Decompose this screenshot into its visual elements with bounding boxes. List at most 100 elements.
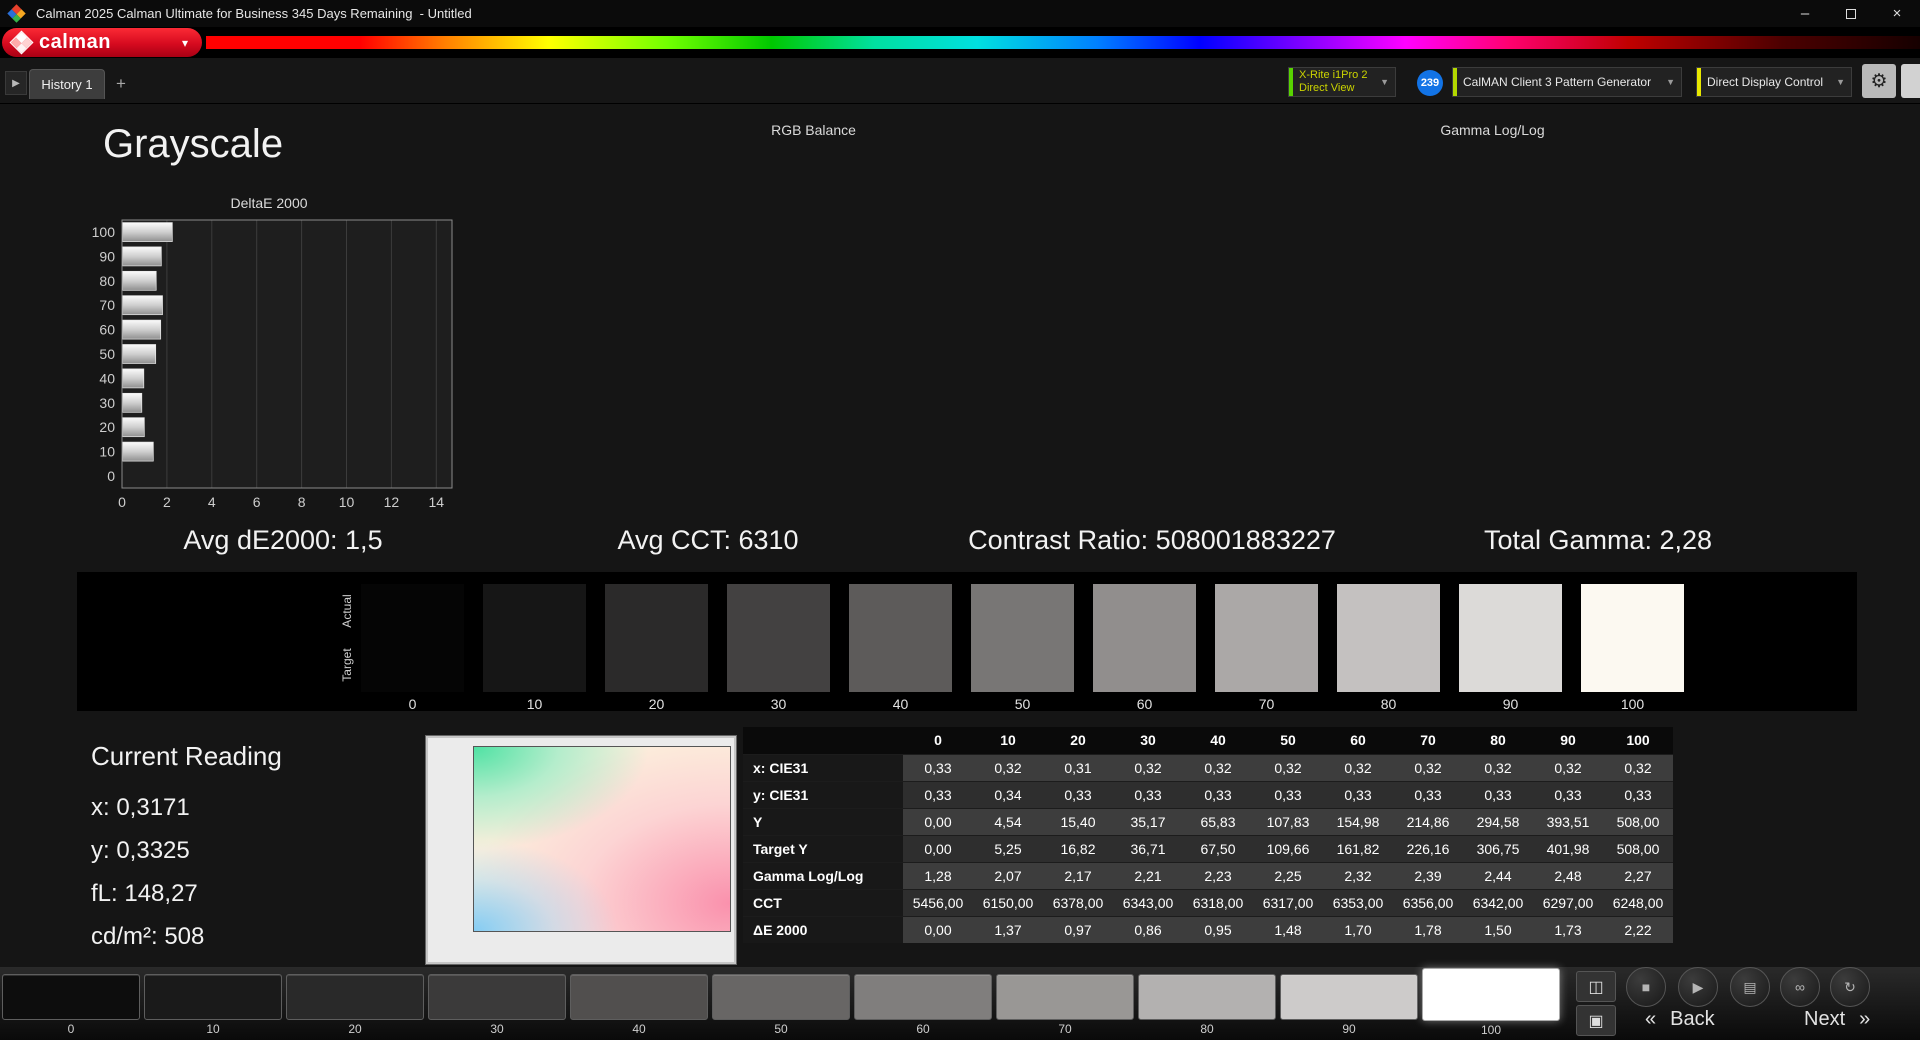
table-cell: 6317,00 (1253, 888, 1323, 916)
page-title: Grayscale (103, 122, 284, 166)
current-reading-panel: Current Reading x: 0,3171 y: 0,3325 fL: 14… (91, 741, 282, 958)
table-cell: 0,32 (1603, 753, 1673, 781)
spectrum-strip (206, 36, 1920, 49)
pattern-swatch[interactable] (144, 974, 282, 1020)
reading-value: cd/m²: 508 (91, 923, 205, 950)
svg-text:4: 4 (208, 494, 216, 510)
stop-button[interactable]: ■ (1626, 967, 1666, 1007)
pattern-swatch[interactable] (286, 974, 424, 1020)
table-cell: 6343,00 (1113, 888, 1183, 916)
table-cell: 0,00 (903, 834, 973, 862)
pattern-level-button[interactable]: 40 (570, 967, 708, 1036)
table-header-cell: 20 (1043, 727, 1113, 754)
pattern-swatch[interactable] (712, 974, 850, 1020)
pattern-level-button[interactable]: 60 (854, 967, 992, 1036)
pattern-level-button[interactable]: 0 (2, 967, 140, 1036)
grayscale-swatch (1093, 584, 1196, 692)
save-button[interactable]: ▤ (1730, 967, 1770, 1007)
read-count-badge[interactable]: 239 (1417, 70, 1443, 96)
pattern-swatch[interactable] (1138, 974, 1276, 1020)
table-cell: 0,95 (1183, 915, 1253, 943)
table-cell: 306,75 (1463, 834, 1533, 862)
grayscale-step: 30 (727, 584, 830, 712)
table-cell: 1,50 (1463, 915, 1533, 943)
grayscale-ramp-strip: Actual Target 0 10 20 30 40 50 60 70 80 90 100 (77, 572, 1857, 712)
back-button[interactable]: « Back (1645, 1008, 1715, 1031)
pattern-level-button[interactable]: 70 (996, 967, 1134, 1036)
table-cell: 6353,00 (1323, 888, 1393, 916)
grayscale-swatch-label: 80 (1380, 696, 1397, 712)
table-cell: 0,32 (973, 753, 1043, 781)
layout-expand-button[interactable]: ◫ (1576, 971, 1616, 1002)
pattern-level-button[interactable]: 20 (286, 967, 424, 1036)
tab-history-1[interactable]: History 1 (29, 69, 105, 99)
deltae-chart: DeltaE 2000 0 2 4 6 8 10 12 14 100 90 80 70 60 50 40 30… (74, 192, 464, 522)
grayscale-step: 50 (971, 584, 1074, 712)
add-tab-button[interactable]: + (110, 73, 132, 95)
svg-text:30: 30 (99, 395, 115, 411)
table-cell: 0,34 (973, 780, 1043, 808)
pattern-swatch[interactable] (570, 974, 708, 1020)
table-row-label: Y (743, 807, 903, 835)
pattern-generator-dropdown[interactable]: CalMAN Client 3 Pattern Generator ▼ (1452, 67, 1682, 97)
table-cell: 294,58 (1463, 807, 1533, 835)
restore-button[interactable] (1828, 0, 1874, 27)
pattern-level-button[interactable]: 50 (712, 967, 850, 1036)
table-cell: 0,33 (1183, 780, 1253, 808)
pattern-swatch-label: 60 (916, 1022, 930, 1036)
table-cell: 109,66 (1253, 834, 1323, 862)
table-cell: 508,00 (1603, 807, 1673, 835)
svg-text:90: 90 (99, 248, 115, 264)
pattern-swatch-label: 80 (1200, 1022, 1214, 1036)
pattern-swatch[interactable] (996, 974, 1134, 1020)
pattern-swatch[interactable] (2, 974, 140, 1020)
grayscale-swatch-label: 40 (892, 696, 909, 712)
table-cell: 15,40 (1043, 807, 1113, 835)
table-cell: 1,73 (1533, 915, 1603, 943)
calman-menu-button[interactable]: calman ▾ (2, 28, 202, 57)
toolbar-edge-button[interactable] (1901, 64, 1920, 98)
table-row: y: CIE31 0,33 0,34 0,33 0,33 0,33 0,33 0,33 0,33… (743, 780, 1673, 808)
table-cell: 1,70 (1323, 915, 1393, 943)
app-window: Calman 2025 Calman Ultimate for Business… (0, 0, 1920, 1040)
refresh-button[interactable]: ↻ (1830, 967, 1870, 1007)
table-cell: 0,33 (903, 780, 973, 808)
app-icon (7, 4, 26, 23)
tab-scroll-button[interactable]: ▶ (5, 71, 27, 95)
pattern-level-button[interactable]: 30 (428, 967, 566, 1036)
grayscale-step: 90 (1459, 584, 1562, 712)
minimize-button[interactable]: – (1782, 0, 1828, 27)
close-button[interactable]: × (1874, 0, 1920, 27)
meter-mode: Direct View (1299, 82, 1355, 94)
grayscale-swatch (1581, 584, 1684, 692)
calman-wordmark: calman (39, 31, 111, 53)
table-cell: 6356,00 (1393, 888, 1463, 916)
table-cell: 2,25 (1253, 861, 1323, 889)
pattern-level-button[interactable]: 100 (1422, 967, 1560, 1037)
display-control-dropdown[interactable]: Direct Display Control ▼ (1696, 67, 1852, 97)
current-reading-title: Current Reading (91, 741, 282, 771)
pattern-level-button[interactable]: 90 (1280, 967, 1418, 1036)
meter-dropdown[interactable]: X-Rite i1Pro 2 Direct View ▼ (1288, 67, 1396, 97)
table-header-cell (743, 727, 903, 754)
pattern-swatch[interactable] (854, 974, 992, 1020)
next-button[interactable]: Next » (1804, 1008, 1870, 1031)
pattern-swatch[interactable] (1280, 974, 1418, 1020)
table-header-cell: 30 (1113, 727, 1183, 754)
chevron-left-icon: « (1645, 1008, 1657, 1030)
play-button[interactable]: ▶ (1678, 967, 1718, 1007)
pattern-level-button[interactable]: 80 (1138, 967, 1276, 1036)
settings-gear-button[interactable]: ⚙ (1862, 64, 1896, 98)
layout-single-button[interactable]: ▣ (1576, 1005, 1616, 1036)
table-cell: 0,32 (1393, 753, 1463, 781)
loop-button[interactable]: ∞ (1780, 967, 1820, 1007)
reading-value: x: 0,3171 (91, 794, 190, 821)
rgb-balance-chart-title: RGB Balance (771, 122, 856, 138)
pattern-swatch-label: 10 (206, 1022, 220, 1036)
grayscale-swatch (605, 584, 708, 692)
pattern-swatch[interactable] (428, 974, 566, 1020)
table-cell: 0,00 (903, 807, 973, 835)
pattern-level-button[interactable]: 10 (144, 967, 282, 1036)
pattern-swatch[interactable] (1422, 968, 1560, 1021)
table-cell: 161,82 (1323, 834, 1393, 862)
